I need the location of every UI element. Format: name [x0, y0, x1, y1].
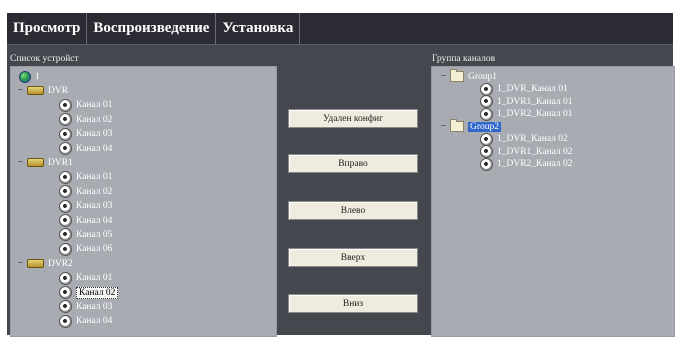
channel-node-label: Канал 03 [76, 129, 113, 140]
channel-node-label: Канал 03 [76, 201, 113, 212]
device-list-title: Список устройст [10, 54, 79, 64]
channel-node-label: Канал 04 [76, 215, 113, 226]
menu-view[interactable]: Просмотр [7, 13, 88, 44]
tree-collapse-toggle[interactable]: − [440, 121, 447, 132]
device-node-label: DVR2 [48, 258, 73, 269]
channel-node[interactable]: Канал 01 [59, 271, 113, 285]
group-channel-node-label: 1_DVR_Канал 01 [497, 84, 568, 94]
camera-icon [59, 214, 72, 227]
camera-icon [59, 271, 72, 285]
menu-bar: Просмотр Воспроизведение Установка [7, 13, 673, 45]
camera-icon [59, 98, 72, 112]
channel-node-label: Канал 01 [76, 273, 113, 284]
channel-node-label: Канал 05 [76, 229, 113, 240]
channel-node-label: Канал 02 [76, 286, 119, 299]
tree-collapse-toggle[interactable]: − [440, 71, 447, 82]
channel-node[interactable]: Канал 05 [59, 228, 113, 242]
dvr-icon [27, 158, 44, 168]
channel-node-label: Канал 04 [76, 143, 113, 154]
channel-node-label: Канал 02 [76, 114, 113, 125]
camera-icon [59, 242, 72, 256]
group-channel-node-label: 1_DVR_Канал 02 [497, 134, 568, 144]
group-node-label: Group1 [468, 71, 498, 82]
camera-icon [480, 82, 493, 96]
move-down-button[interactable]: Вниз [288, 294, 418, 313]
menu-playback[interactable]: Воспроизведение [87, 13, 217, 44]
channel-node-label: Канал 01 [76, 100, 113, 111]
move-up-button[interactable]: Вверх [288, 248, 418, 267]
channel-node-label: Канал 06 [76, 244, 113, 255]
channel-node[interactable]: Канал 03 [59, 300, 113, 314]
camera-icon [59, 185, 72, 199]
group-node[interactable]: − Group1 [440, 69, 498, 83]
channel-node[interactable]: Канал 04 [59, 214, 112, 227]
channel-node[interactable]: Канал 03 [59, 199, 113, 213]
group-channel-node-label: 1_DVR1_Канал 01 [497, 96, 573, 107]
device-node-label: DVR [48, 85, 69, 96]
group-channel-node[interactable]: 1_DVR2_Канал 02 [480, 157, 573, 171]
tree-root-label: 1 [35, 71, 40, 82]
tree-root[interactable]: 1 [19, 70, 40, 83]
dvr-icon [27, 259, 44, 269]
camera-icon [59, 113, 72, 127]
camera-icon [59, 127, 72, 141]
channel-node[interactable]: Канал 06 [59, 242, 113, 256]
dvr-icon [27, 86, 44, 96]
group-node[interactable]: − Group2 [440, 119, 502, 133]
channel-node-label: Канал 01 [76, 172, 113, 183]
app-window: Просмотр Воспроизведение Установка Списо… [7, 13, 675, 337]
device-node-label: DVR1 [48, 157, 73, 168]
channel-node[interactable]: Канал 02 [59, 185, 113, 199]
camera-icon [59, 170, 72, 184]
remote-config-button[interactable]: Удален конфиг [288, 109, 418, 128]
group-channel-node-label: 1_DVR2_Канал 01 [497, 109, 573, 119]
camera-icon [480, 132, 493, 146]
device-node[interactable]: − DVR [17, 84, 68, 97]
group-channel-node[interactable]: 1_DVR1_Канал 01 [480, 95, 573, 108]
group-channel-node[interactable]: 1_DVR2_Канал 01 [480, 107, 573, 121]
move-right-button[interactable]: Вправо [288, 154, 418, 173]
folder-icon [450, 119, 464, 132]
group-channel-node[interactable]: 1_DVR_Канал 02 [480, 132, 568, 146]
camera-icon [59, 300, 72, 314]
channel-node[interactable]: Канал 01 [59, 170, 113, 184]
tree-collapse-toggle[interactable]: − [17, 157, 24, 168]
group-channel-node[interactable]: 1_DVR1_Канал 02 [480, 145, 573, 158]
camera-icon [59, 142, 72, 155]
channel-node[interactable]: Канал 02 [59, 286, 119, 299]
tree-collapse-toggle[interactable]: − [17, 258, 24, 269]
channel-node-label: Канал 04 [76, 316, 113, 327]
channel-group-panel[interactable]: − Group1 1_DVR_Канал 01 1_DVR1_Канал 01 1_DV… [431, 66, 675, 337]
globe-icon [19, 70, 31, 83]
menu-settings[interactable]: Установка [216, 13, 301, 44]
channel-node[interactable]: Канал 03 [59, 127, 113, 141]
group-channel-node-label: 1_DVR2_Канал 02 [497, 159, 573, 169]
camera-icon [59, 286, 72, 299]
device-node[interactable]: − DVR1 [17, 156, 73, 169]
channel-node[interactable]: Канал 04 [59, 314, 113, 328]
channel-node-label: Канал 03 [76, 301, 113, 312]
move-left-button[interactable]: Влево [288, 201, 418, 220]
camera-icon [480, 107, 493, 121]
channel-node[interactable]: Канал 01 [59, 98, 113, 112]
group-channel-node[interactable]: 1_DVR_Канал 01 [480, 82, 568, 96]
channel-node[interactable]: Канал 04 [59, 142, 112, 155]
camera-icon [480, 145, 493, 158]
camera-icon [59, 199, 72, 213]
tree-collapse-toggle[interactable]: − [17, 85, 24, 96]
group-channel-node-label: 1_DVR1_Канал 02 [497, 146, 573, 157]
folder-icon [450, 69, 464, 82]
device-tree-panel[interactable]: 1− DVR Канал 01 Канал 02 Канал 03 Канал 04− DV… [10, 66, 277, 337]
channel-group-title: Группа каналов [432, 54, 496, 64]
channel-node[interactable]: Канал 02 [59, 113, 113, 127]
channel-node-label: Канал 02 [76, 186, 113, 197]
device-node[interactable]: − DVR2 [17, 257, 73, 270]
group-node-label: Group2 [468, 121, 502, 132]
camera-icon [59, 228, 72, 242]
camera-icon [480, 95, 493, 108]
camera-icon [480, 157, 493, 171]
camera-icon [59, 314, 72, 328]
